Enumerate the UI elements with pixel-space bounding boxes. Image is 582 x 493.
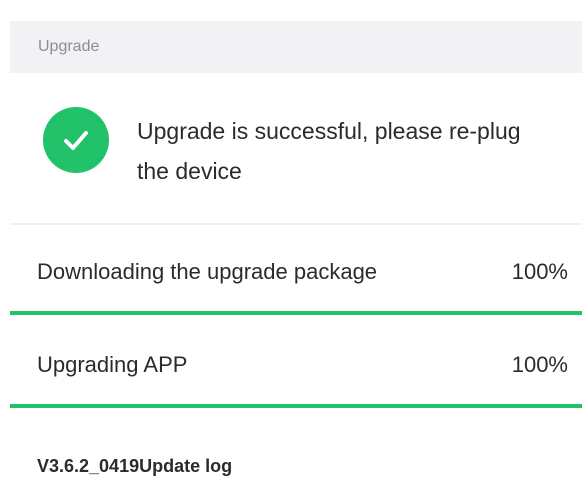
app-upgrade-progress-row: Upgrading APP 100% — [10, 318, 582, 408]
download-progress-percent: 100% — [511, 259, 568, 284]
download-progress-row: Downloading the upgrade package 100% — [10, 225, 582, 315]
upgrade-status: Upgrade is successful, please re-plug th… — [10, 73, 582, 223]
status-message: Upgrade is successful, please re-plug th… — [137, 118, 521, 184]
update-log-link[interactable]: V3.6.2_0419Update log — [37, 456, 232, 477]
download-progress-bar — [10, 311, 582, 315]
app-upgrade-progress-percent: 100% — [511, 352, 568, 377]
download-progress-fill — [10, 311, 582, 315]
download-progress-label: Downloading the upgrade package — [37, 259, 378, 284]
section-header: Upgrade — [10, 21, 582, 73]
top-margin — [0, 0, 582, 10]
app-upgrade-progress-fill — [10, 404, 582, 408]
section-title: Upgrade — [38, 38, 100, 55]
app-upgrade-progress-bar — [10, 404, 582, 408]
app-upgrade-progress-label: Upgrading APP — [37, 352, 188, 377]
checkmark-icon — [43, 107, 109, 173]
checkmark-glyph — [64, 131, 88, 150]
